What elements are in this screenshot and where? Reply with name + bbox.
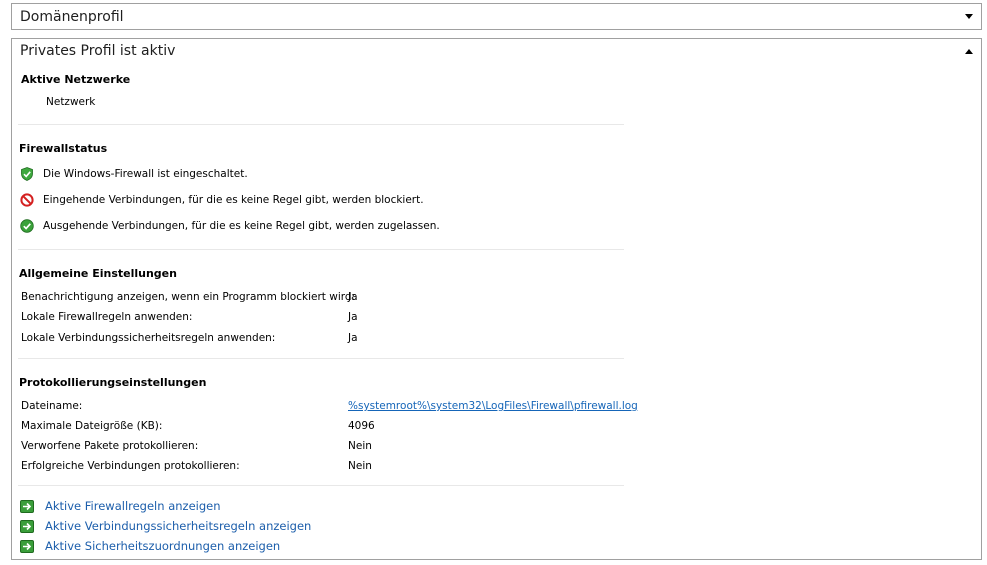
logging-setting-value: Nein — [348, 440, 372, 452]
log-file-link[interactable]: %systemroot%\system32\LogFiles\Firewall\… — [348, 400, 638, 412]
private-profile-title: Privates Profil ist aktiv — [20, 43, 176, 59]
firewall-status-text-3: Ausgehende Verbindungen, für die es kein… — [43, 220, 440, 232]
divider — [18, 249, 624, 250]
logging-setting-label: Erfolgreiche Verbindungen protokollieren… — [21, 460, 240, 472]
firewall-status-heading: Firewallstatus — [19, 142, 108, 155]
divider — [18, 485, 624, 486]
firewall-status-text-2: Eingehende Verbindungen, für die es kein… — [43, 194, 424, 206]
divider — [18, 358, 624, 359]
expand-arrow-icon[interactable] — [965, 14, 973, 19]
general-setting-label: Lokale Verbindungssicherheitsregeln anwe… — [21, 332, 276, 344]
private-profile-content: Aktive Netzwerke Netzwerk Firewallstatus… — [11, 63, 982, 560]
active-networks-heading: Aktive Netzwerke — [21, 73, 131, 86]
logging-setting-value: Nein — [348, 460, 372, 472]
logging-setting-label: Dateiname: — [21, 400, 83, 412]
green-arrow-icon — [20, 500, 34, 513]
active-network-name: Netzwerk — [46, 96, 96, 108]
view-active-connection-security-rules-link[interactable]: Aktive Verbindungssicherheitsregeln anze… — [45, 519, 311, 533]
green-check-icon — [20, 219, 34, 233]
logging-setting-value: 4096 — [348, 420, 375, 432]
green-arrow-icon — [20, 540, 34, 553]
logging-setting-label: Maximale Dateigröße (KB): — [21, 420, 163, 432]
domain-profile-header[interactable]: Domänenprofil — [11, 3, 982, 30]
general-setting-value: Ja — [348, 311, 358, 323]
general-setting-value: Ja — [348, 332, 358, 344]
general-setting-value: Ja — [348, 291, 358, 303]
green-arrow-icon — [20, 520, 34, 533]
divider — [18, 124, 624, 125]
logging-settings-heading: Protokollierungseinstellungen — [19, 376, 207, 389]
logging-setting-label: Verworfene Pakete protokollieren: — [21, 440, 199, 452]
view-active-firewall-rules-link[interactable]: Aktive Firewallregeln anzeigen — [45, 499, 221, 513]
domain-profile-title: Domänenprofil — [20, 8, 124, 25]
general-setting-label: Benachrichtigung anzeigen, wenn ein Prog… — [21, 291, 356, 303]
private-profile-header[interactable]: Privates Profil ist aktiv — [11, 38, 982, 63]
general-settings-heading: Allgemeine Einstellungen — [19, 267, 177, 280]
red-block-icon — [20, 193, 34, 207]
green-shield-check-icon — [21, 167, 33, 181]
general-setting-label: Lokale Firewallregeln anwenden: — [21, 311, 193, 323]
view-active-security-associations-link[interactable]: Aktive Sicherheitszuordnungen anzeigen — [45, 539, 280, 553]
firewall-status-text-1: Die Windows-Firewall ist eingeschaltet. — [43, 168, 248, 180]
collapse-arrow-icon[interactable] — [965, 48, 973, 54]
